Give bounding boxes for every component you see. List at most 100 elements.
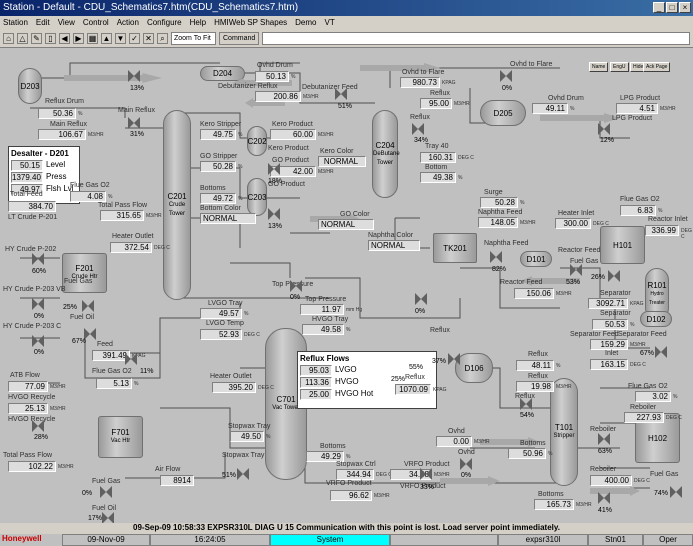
control-valve-icon[interactable] [128, 117, 140, 129]
menu-hmiweb[interactable]: HMIWeb SP Shapes [214, 16, 287, 30]
close-button[interactable]: × [679, 2, 691, 13]
heater-f201[interactable]: F201 Crude Htr [62, 253, 107, 293]
label: Total Pass Flow [98, 202, 148, 209]
value-field: 49.75 [200, 129, 236, 140]
command-input[interactable] [262, 32, 690, 45]
unit: M3/HR [556, 291, 572, 297]
unit: M3/HR [146, 213, 162, 219]
control-valve-icon[interactable] [268, 163, 280, 175]
name-button[interactable]: Name [589, 62, 609, 72]
engu-button[interactable]: EngU [610, 62, 629, 72]
control-valve-icon[interactable] [32, 420, 44, 432]
page-icon[interactable]: ▯ [45, 33, 56, 44]
vessel-d204[interactable]: D204 [200, 66, 245, 81]
menu-configure[interactable]: Configure [147, 16, 182, 30]
value-field: 150.06 [514, 288, 554, 299]
zoom-select[interactable]: Zoom To Fit [171, 32, 216, 45]
control-valve-icon[interactable] [100, 486, 112, 498]
menu-view[interactable]: View [58, 16, 75, 30]
control-valve-icon[interactable] [490, 251, 502, 263]
control-valve-icon[interactable] [598, 433, 610, 445]
valve-output: 25% [63, 304, 78, 311]
control-valve-icon[interactable] [415, 293, 427, 305]
desalter-title: Desalter - D201 [11, 149, 69, 158]
vessel-d102[interactable]: D102 [640, 311, 672, 327]
vessel-c201[interactable]: C201 Crude Tower [163, 110, 191, 300]
cross-icon[interactable]: ✕ [143, 33, 154, 44]
menu-help[interactable]: Help [190, 16, 206, 30]
control-valve-icon[interactable] [598, 492, 610, 504]
control-valve-icon[interactable] [608, 270, 620, 282]
label: Debutanizer Reflux [218, 83, 278, 90]
control-valve-icon[interactable] [670, 486, 682, 498]
vessel-d205[interactable]: D205 [480, 100, 526, 126]
label: Stopwax Ctrl [336, 461, 376, 468]
value-field: 159.29 [590, 339, 628, 350]
control-valve-icon[interactable] [268, 208, 280, 220]
control-valve-icon[interactable] [500, 70, 512, 82]
control-valve-icon[interactable] [290, 280, 302, 292]
control-valve-icon[interactable] [32, 335, 44, 347]
control-valve-icon[interactable] [82, 300, 94, 312]
control-valve-icon[interactable] [460, 458, 472, 470]
control-valve-icon[interactable] [598, 123, 610, 135]
menu-vt[interactable]: VT [325, 16, 335, 30]
value-field: NORMAL [318, 156, 366, 167]
label: Reboiler [590, 466, 617, 473]
unit: % [238, 164, 243, 170]
vessel-d106[interactable]: D106 [455, 353, 493, 383]
system-status[interactable]: System [270, 534, 390, 546]
label: Ovhd Drum [257, 62, 293, 69]
search-icon[interactable]: ⌕ [157, 33, 168, 44]
valve-output: 63% [598, 448, 613, 455]
control-valve-icon[interactable] [570, 264, 582, 276]
control-valve-icon[interactable] [655, 346, 667, 358]
control-valve-icon[interactable] [32, 253, 44, 265]
menu-control[interactable]: Control [83, 16, 109, 30]
vessel-c202[interactable]: C202 [247, 126, 267, 156]
menu-demo[interactable]: Demo [295, 16, 316, 30]
home-icon[interactable]: ⌂ [3, 33, 14, 44]
tank-tk201[interactable]: TK201 [433, 233, 477, 263]
minimize-button[interactable]: _ [653, 2, 665, 13]
forward-icon[interactable]: ▶ [73, 33, 84, 44]
alarm-icon[interactable]: △ [17, 33, 28, 44]
menu-edit[interactable]: Edit [36, 16, 50, 30]
maximize-button[interactable]: □ [666, 2, 678, 13]
heater-f701[interactable]: F701 Vac Htr [98, 416, 143, 458]
back-icon[interactable]: ◀ [59, 33, 70, 44]
control-valve-icon[interactable] [32, 298, 44, 310]
valve-output: 51% [222, 472, 237, 479]
label: Flue Gas O2 [70, 182, 110, 189]
control-valve-icon[interactable] [125, 353, 137, 365]
unit: % [673, 394, 678, 400]
label: Heater Inlet [558, 210, 595, 217]
control-valve-icon[interactable] [448, 353, 460, 365]
menu-action[interactable]: Action [117, 16, 139, 30]
grid-icon[interactable]: ▦ [87, 33, 98, 44]
vessel-c203[interactable]: C203 [247, 178, 267, 216]
unit: DEG C [154, 245, 170, 251]
control-valve-icon[interactable] [420, 468, 432, 480]
down-icon[interactable]: ▼ [115, 33, 126, 44]
check-icon[interactable]: ✓ [129, 33, 140, 44]
menu-station[interactable]: Station [3, 16, 28, 30]
pencil-icon[interactable]: ✎ [31, 33, 42, 44]
vessel-d203[interactable]: D203 [18, 68, 42, 104]
control-valve-icon[interactable] [520, 398, 532, 410]
control-valve-icon[interactable] [412, 123, 424, 135]
stripper-t101[interactable]: T101 Stripper [550, 378, 578, 486]
value-field: 19.98 [516, 381, 554, 392]
control-valve-icon[interactable] [335, 88, 347, 100]
value-field: 49.58 [302, 324, 344, 335]
vessel-d101[interactable]: D101 [520, 251, 552, 267]
control-valve-icon[interactable] [237, 468, 249, 480]
ack-page-button[interactable]: Ack Page [643, 62, 671, 72]
heater-h101[interactable]: H101 [600, 226, 645, 264]
control-valve-icon[interactable] [128, 70, 140, 82]
up-icon[interactable]: ▲ [101, 33, 112, 44]
vessel-c204[interactable]: C204 DeButane Tower [372, 110, 400, 198]
value-field: 50.13 [255, 71, 289, 82]
alarm-line[interactable]: 09-Sep-09 10:58:33 EXPSR310L DIAG U 15 C… [0, 523, 693, 533]
label: Flue Gas O2 [628, 383, 668, 390]
